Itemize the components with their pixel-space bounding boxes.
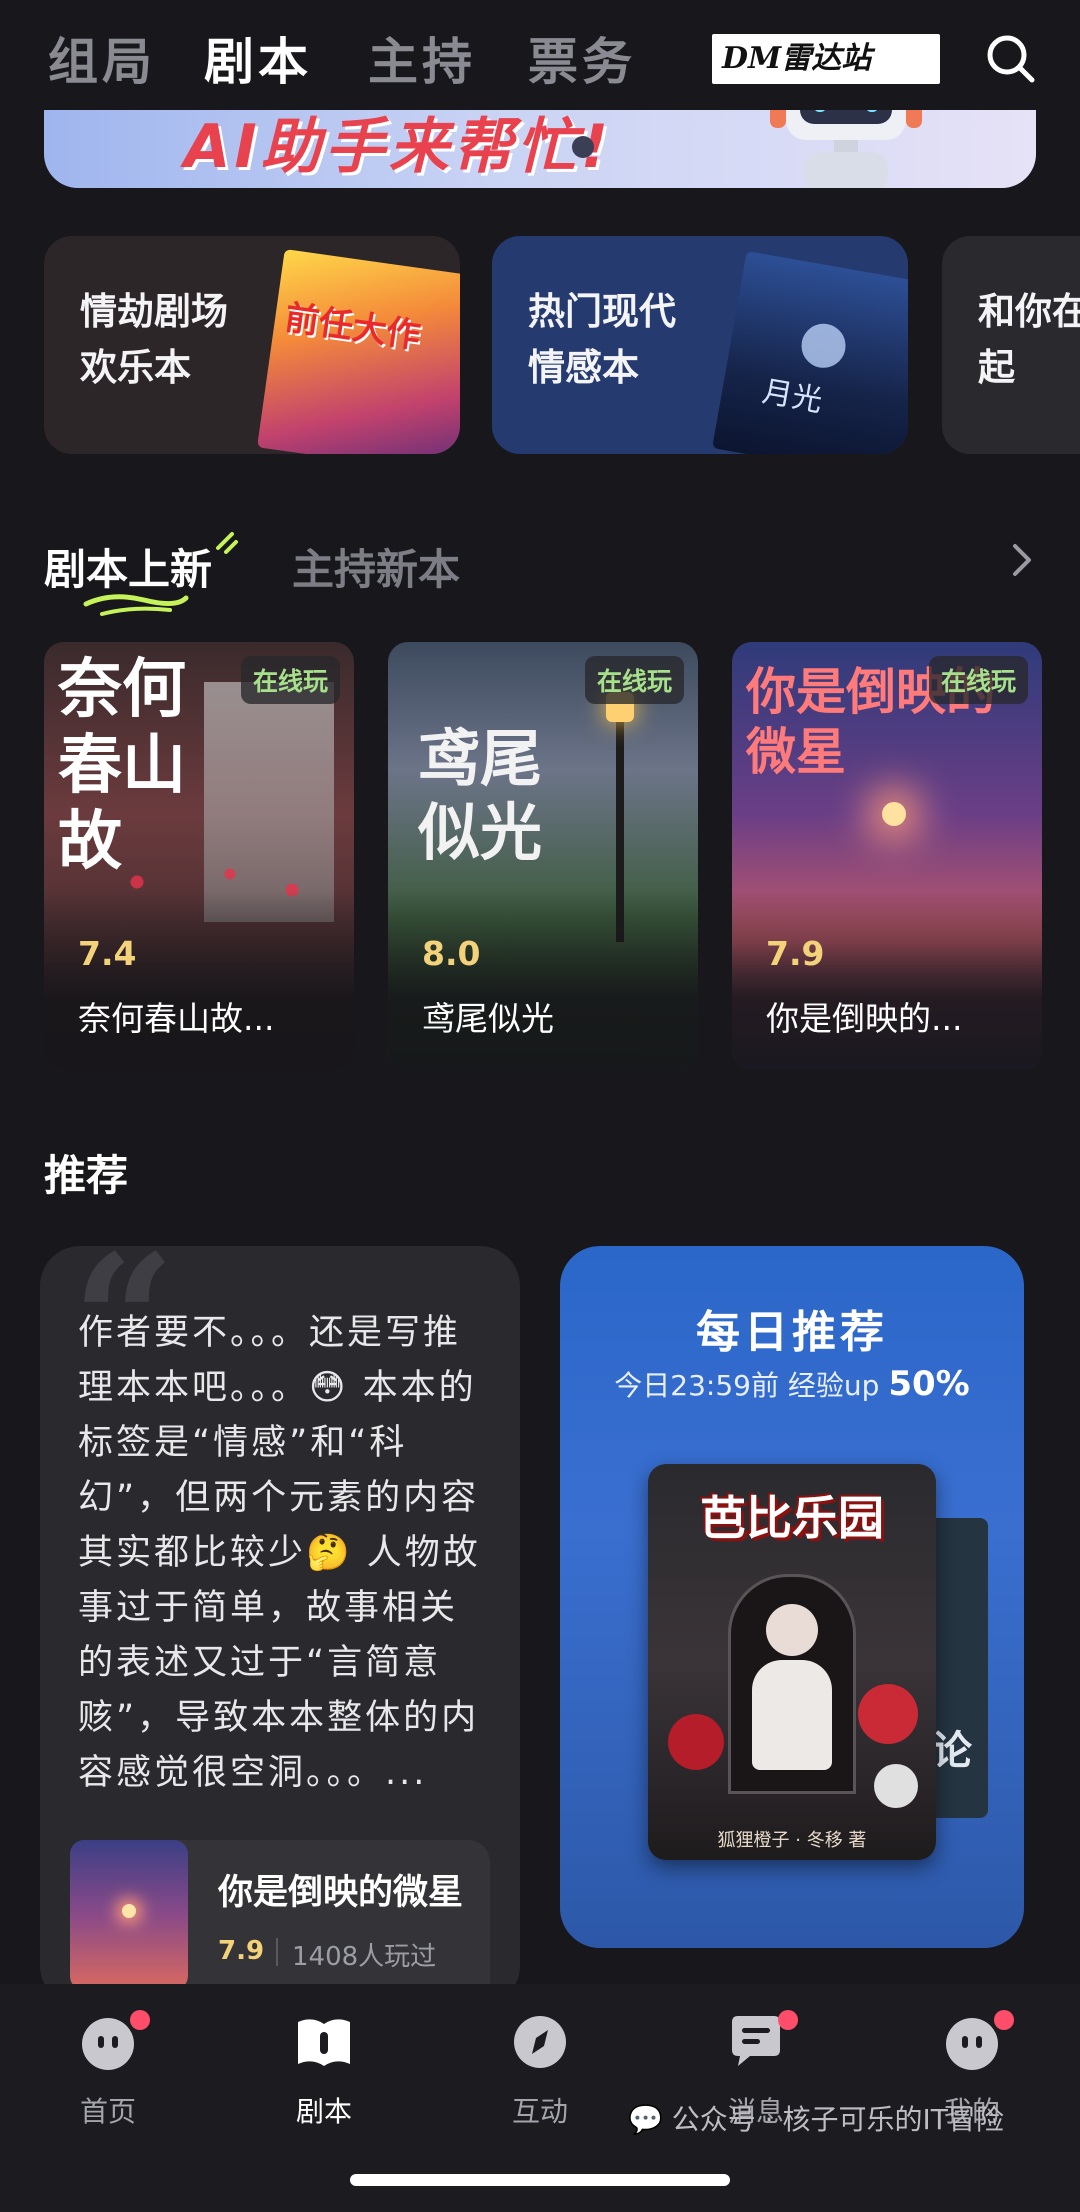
category-title: 和你在起 bbox=[978, 290, 1080, 389]
category-card-modern-romance[interactable]: 热门现代 情感本 月光 bbox=[492, 236, 908, 454]
daily-recommend-subtitle: 今日23:59前 经验up 50% bbox=[614, 1364, 970, 1404]
daily-book-cover[interactable]: 芭比乐园 狐狸橙子 · 冬移 著 bbox=[648, 1464, 936, 1860]
category-card-comedy[interactable]: 情劫剧场 欢乐本 前任大作 bbox=[44, 236, 460, 454]
reviewed-script-cover bbox=[70, 1840, 188, 1990]
compass-icon bbox=[514, 2016, 566, 2068]
notification-dot bbox=[778, 2010, 798, 2030]
profile-face-icon bbox=[946, 2018, 998, 2070]
script-name: 鸢尾似光 bbox=[422, 999, 554, 1038]
category-card-together[interactable]: 和你在起 bbox=[942, 236, 1080, 454]
sparkle-icon bbox=[216, 532, 238, 554]
book-author: 狐狸橙子 · 冬移 著 bbox=[717, 1830, 867, 1851]
category-cover-image: 月光 bbox=[712, 251, 908, 454]
chevron-right-icon[interactable] bbox=[1002, 540, 1042, 580]
wechat-icon: 💬 bbox=[628, 2103, 672, 2136]
script-rating: 8.0 bbox=[422, 934, 481, 973]
banner-indicator-dot bbox=[572, 136, 594, 158]
review-card[interactable]: “ 作者要不。。。还是写推理本本吧。。。😳 本本的标签是“情感”和“科幻”，但两… bbox=[40, 1246, 520, 2006]
tab-ticket[interactable]: 票务 bbox=[528, 22, 636, 94]
script-rating: 7.9 bbox=[766, 934, 825, 973]
online-play-badge: 在线玩 bbox=[928, 656, 1028, 704]
dm-radar-watermark-logo: DM雷达站 bbox=[712, 34, 940, 84]
category-cover-image: 前任大作 bbox=[257, 249, 460, 454]
tab-underline-squiggle bbox=[83, 594, 189, 616]
reviewed-script-rating: 7.9 bbox=[218, 1936, 265, 1966]
script-card[interactable]: 你是倒映的微星 在线玩 7.9 你是倒映的... bbox=[732, 642, 1042, 1070]
wechat-account-watermark: 💬 公众号 · 核子可乐的IT冒险 bbox=[628, 2103, 1004, 2136]
script-rating: 7.4 bbox=[78, 934, 137, 973]
message-bubble-icon bbox=[732, 2016, 780, 2066]
script-name: 奈何春山故... bbox=[78, 999, 275, 1038]
app-screen: 组局 剧本 主持 票务 DM雷达站 AI助手来帮忙! 情劫剧场 欢乐本 前任大作… bbox=[0, 0, 1080, 2212]
script-name: 你是倒映的... bbox=[766, 999, 963, 1038]
recommend-section-title: 推荐 bbox=[44, 1151, 129, 1200]
secondary-book-cover: 论 bbox=[928, 1518, 988, 1818]
daily-recommend-card[interactable]: 每日推荐 今日23:59前 经验up 50% 论 芭比乐园 狐狸橙子 · 冬移 … bbox=[560, 1246, 1024, 1948]
tab-script[interactable]: 剧本 bbox=[204, 22, 312, 94]
daily-recommend-title: 每日推荐 bbox=[696, 1307, 888, 1358]
reviewed-script-played-count: 1408人玩过 bbox=[292, 1942, 437, 1972]
book-title: 芭比乐园 bbox=[700, 1491, 884, 1545]
review-text: 作者要不。。。还是写推理本本吧。。。😳 本本的标签是“情感”和“科幻”，但两个元… bbox=[78, 1313, 481, 1793]
category-title: 情劫剧场 欢乐本 bbox=[80, 290, 228, 389]
script-card[interactable]: 奈何春山故 在线玩 7.4 奈何春山故... bbox=[44, 642, 354, 1070]
banner-text: AI助手来帮忙! bbox=[184, 112, 613, 182]
tab-host-new-scripts[interactable]: 主持新本 bbox=[292, 536, 460, 597]
script-card[interactable]: 鸢尾似光 在线玩 8.0 鸢尾似光 bbox=[388, 642, 698, 1070]
reviewed-script-card[interactable]: 你是倒映的微星 7.9 1408人玩过 bbox=[70, 1840, 490, 2006]
notification-dot bbox=[994, 2010, 1014, 2030]
top-tab-bar: 组局 剧本 主持 票务 DM雷达站 bbox=[0, 0, 1080, 110]
search-icon[interactable] bbox=[982, 30, 1038, 86]
notification-dot bbox=[130, 2010, 150, 2030]
online-play-badge: 在线玩 bbox=[584, 656, 684, 704]
home-indicator[interactable] bbox=[350, 2174, 730, 2186]
tab-host[interactable]: 主持 bbox=[368, 22, 476, 94]
online-play-badge: 在线玩 bbox=[240, 656, 340, 704]
tab-group[interactable]: 组局 bbox=[48, 22, 156, 94]
script-book-icon bbox=[298, 2019, 350, 2066]
category-title: 热门现代 情感本 bbox=[528, 290, 676, 389]
home-face-icon bbox=[82, 2018, 134, 2070]
reviewed-script-name: 你是倒映的微星 bbox=[218, 1873, 464, 1913]
